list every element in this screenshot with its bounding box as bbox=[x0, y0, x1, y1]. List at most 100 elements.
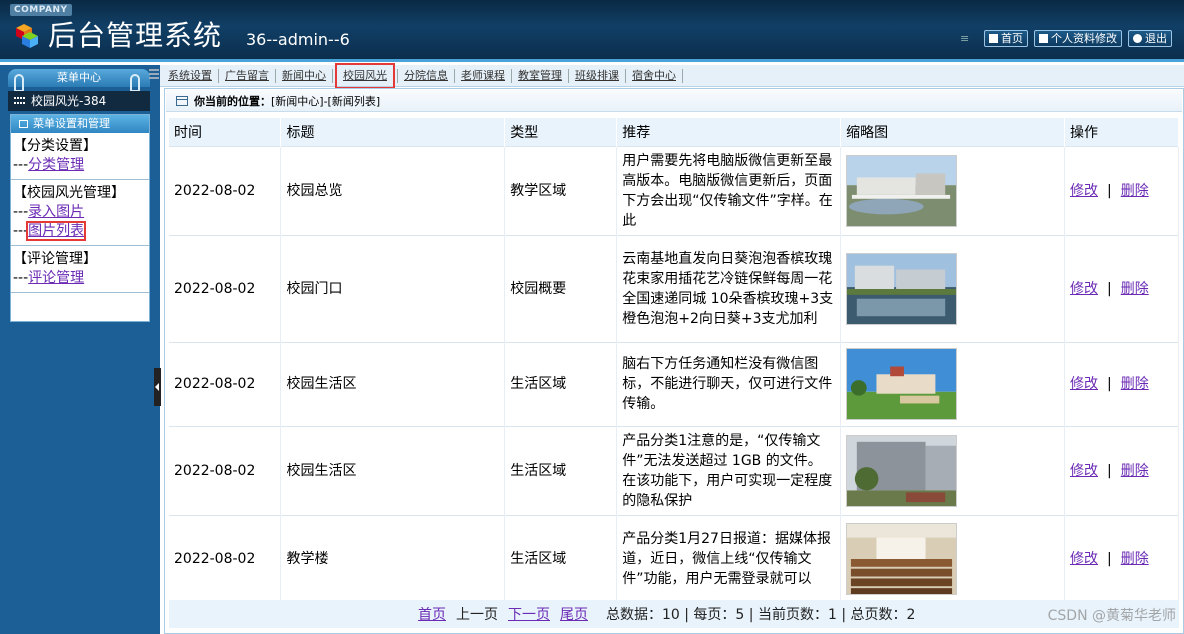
cell-actions: 修改 | 删除 bbox=[1064, 145, 1179, 235]
menu-link-row: ---分类管理 bbox=[13, 156, 149, 175]
delete-link[interactable]: 删除 bbox=[1121, 281, 1149, 297]
delete-link[interactable]: 删除 bbox=[1121, 463, 1149, 479]
company-badge: COMPANY bbox=[10, 4, 72, 16]
cell-type: 生活区域 bbox=[504, 514, 618, 602]
cell-time: 2022-08-02 bbox=[169, 341, 282, 426]
pin-left-icon bbox=[14, 74, 24, 92]
cubes-logo-icon bbox=[16, 24, 38, 48]
home-button[interactable]: 首页 bbox=[984, 30, 1028, 47]
category-manage-link[interactable]: 分类管理 bbox=[28, 157, 84, 173]
cell-title: 校园门口 bbox=[280, 234, 506, 342]
action-divider: | bbox=[1107, 462, 1112, 479]
image-list-link[interactable]: 图片列表 bbox=[26, 221, 87, 241]
tab-campus-scenery[interactable]: 校园风光 bbox=[335, 63, 395, 89]
cell-title: 校园生活区 bbox=[280, 341, 506, 426]
sidebar: 菜单中心 校园风光-384 菜单设置和管理 【分类设置】 ---分类管理 【校园… bbox=[0, 65, 160, 634]
nav-divider bbox=[511, 69, 512, 83]
system-title: 后台管理系统 bbox=[48, 19, 223, 52]
nav-list-icon bbox=[149, 69, 159, 79]
edit-link[interactable]: 修改 bbox=[1070, 551, 1098, 567]
tab-system-settings[interactable]: 系统设置 bbox=[168, 67, 218, 85]
col-thumbnail: 缩略图 bbox=[840, 118, 1066, 146]
delete-link[interactable]: 删除 bbox=[1121, 183, 1149, 199]
cell-recommend: 云南基地直发向日葵泡泡香槟玫瑰花束家用插花艺冷链保鲜每周一花全国速递同城 10朵… bbox=[616, 234, 842, 342]
action-divider: | bbox=[1107, 280, 1112, 297]
current-section: 校园风光-384 bbox=[8, 91, 150, 111]
last-page-link[interactable]: 尾页 bbox=[560, 604, 588, 624]
tab-branch-info[interactable]: 分院信息 bbox=[404, 67, 454, 85]
col-actions: 操作 bbox=[1064, 118, 1179, 146]
link-prefix: --- bbox=[13, 223, 29, 239]
nav-divider bbox=[625, 69, 626, 83]
cell-time: 2022-08-02 bbox=[169, 145, 282, 235]
edit-link[interactable]: 修改 bbox=[1070, 183, 1098, 199]
menu-link-row: ---录入图片 bbox=[13, 203, 149, 222]
home-button-label: 首页 bbox=[1001, 32, 1023, 45]
cell-title: 校园生活区 bbox=[280, 425, 506, 515]
thumbnail-image bbox=[846, 348, 958, 420]
edit-link[interactable]: 修改 bbox=[1070, 376, 1098, 392]
home-icon bbox=[989, 34, 998, 43]
table-row: 2022-08-02 校园总览 教学区域 用户需要先将电脑版微信更新至最高版本。… bbox=[169, 145, 1179, 235]
book-icon bbox=[19, 120, 28, 128]
cell-title: 校园总览 bbox=[280, 145, 506, 235]
menu-group-title: 【校园风光管理】 bbox=[13, 185, 125, 201]
profile-icon bbox=[1039, 34, 1048, 43]
cell-actions: 修改 | 删除 bbox=[1064, 425, 1179, 515]
action-divider: | bbox=[1107, 182, 1112, 199]
user-info: 36--admin--6 bbox=[246, 30, 350, 49]
cell-actions: 修改 | 删除 bbox=[1064, 341, 1179, 426]
link-prefix: --- bbox=[13, 270, 29, 286]
grid-icon bbox=[14, 96, 26, 106]
col-title: 标题 bbox=[280, 118, 506, 146]
col-recommend: 推荐 bbox=[616, 118, 842, 146]
tab-dorm-center[interactable]: 宿舍中心 bbox=[632, 67, 682, 85]
cell-type: 生活区域 bbox=[504, 341, 618, 426]
header-actions: ≡ 首页 个人资料修改 退出 bbox=[960, 30, 1172, 47]
cell-recommend: 产品分类1注意的是，“仅传输文件”无法发送超过 1GB 的文件。在该功能下，用户… bbox=[616, 425, 842, 515]
table-row: 2022-08-02 校园生活区 生活区域 产品分类1注意的是，“仅传输文件”无… bbox=[169, 425, 1179, 515]
table-row: 2022-08-02 教学楼 生活区域 产品分类1月27日报道：据媒体报道，近日… bbox=[169, 514, 1179, 602]
logout-button[interactable]: 退出 bbox=[1128, 30, 1172, 47]
cell-actions: 修改 | 删除 bbox=[1064, 234, 1179, 342]
add-image-link[interactable]: 录入图片 bbox=[28, 204, 84, 220]
edit-link[interactable]: 修改 bbox=[1070, 463, 1098, 479]
tab-classroom-manage[interactable]: 教室管理 bbox=[518, 67, 568, 85]
menu-settings-box: 菜单设置和管理 【分类设置】 ---分类管理 【校园风光管理】 ---录入图片 … bbox=[10, 114, 150, 322]
cell-type: 校园概要 bbox=[504, 234, 618, 342]
app-header: COMPANY 后台管理系统 36--admin--6 ≡ 首页 个人资料修改 … bbox=[0, 0, 1184, 62]
nav-divider bbox=[332, 69, 333, 83]
sidebar-collapse-toggle[interactable] bbox=[154, 368, 161, 406]
next-page-link[interactable]: 下一页 bbox=[508, 604, 550, 624]
table-row: 2022-08-02 校园门口 校园概要 云南基地直发向日葵泡泡香槟玫瑰花束家用… bbox=[169, 234, 1179, 342]
cell-thumbnail bbox=[840, 514, 1066, 602]
edit-link[interactable]: 修改 bbox=[1070, 281, 1098, 297]
pagination: 首页 上一页 下一页 尾页 总数据：10 | 每页：5 | 当前页数：1 | 总… bbox=[169, 600, 1179, 628]
menu-group-category: 【分类设置】 ---分类管理 bbox=[11, 133, 149, 180]
tab-news-center[interactable]: 新闻中心 bbox=[282, 67, 332, 85]
tab-class-schedule[interactable]: 班级排课 bbox=[575, 67, 625, 85]
first-page-link[interactable]: 首页 bbox=[418, 604, 446, 624]
thumbnail-image bbox=[846, 522, 958, 595]
comment-manage-link[interactable]: 评论管理 bbox=[28, 270, 84, 286]
nav-divider bbox=[218, 69, 219, 83]
cell-thumbnail bbox=[840, 425, 1066, 515]
cell-thumbnail bbox=[840, 145, 1066, 235]
tab-ad-messages[interactable]: 广告留言 bbox=[225, 67, 275, 85]
menu-group-campus-scenery: 【校园风光管理】 ---录入图片 ---图片列表 bbox=[11, 180, 149, 246]
delete-link[interactable]: 删除 bbox=[1121, 551, 1149, 567]
prev-page-text: 上一页 bbox=[456, 607, 498, 623]
nav-divider bbox=[568, 69, 569, 83]
cell-thumbnail bbox=[840, 234, 1066, 342]
nav-divider bbox=[275, 69, 276, 83]
delete-link[interactable]: 删除 bbox=[1121, 376, 1149, 392]
thumbnail-image bbox=[846, 252, 958, 325]
link-prefix: --- bbox=[13, 204, 29, 220]
cell-thumbnail bbox=[840, 341, 1066, 426]
tab-teacher-courses[interactable]: 老师课程 bbox=[461, 67, 511, 85]
col-time: 时间 bbox=[169, 118, 282, 146]
profile-edit-button-label: 个人资料修改 bbox=[1051, 32, 1117, 45]
profile-edit-button[interactable]: 个人资料修改 bbox=[1034, 30, 1122, 47]
cell-recommend: 用户需要先将电脑版微信更新至最高版本。电脑版微信更新后，页面下方会出现“仅传输文… bbox=[616, 145, 842, 235]
thumbnail-image bbox=[846, 434, 958, 507]
